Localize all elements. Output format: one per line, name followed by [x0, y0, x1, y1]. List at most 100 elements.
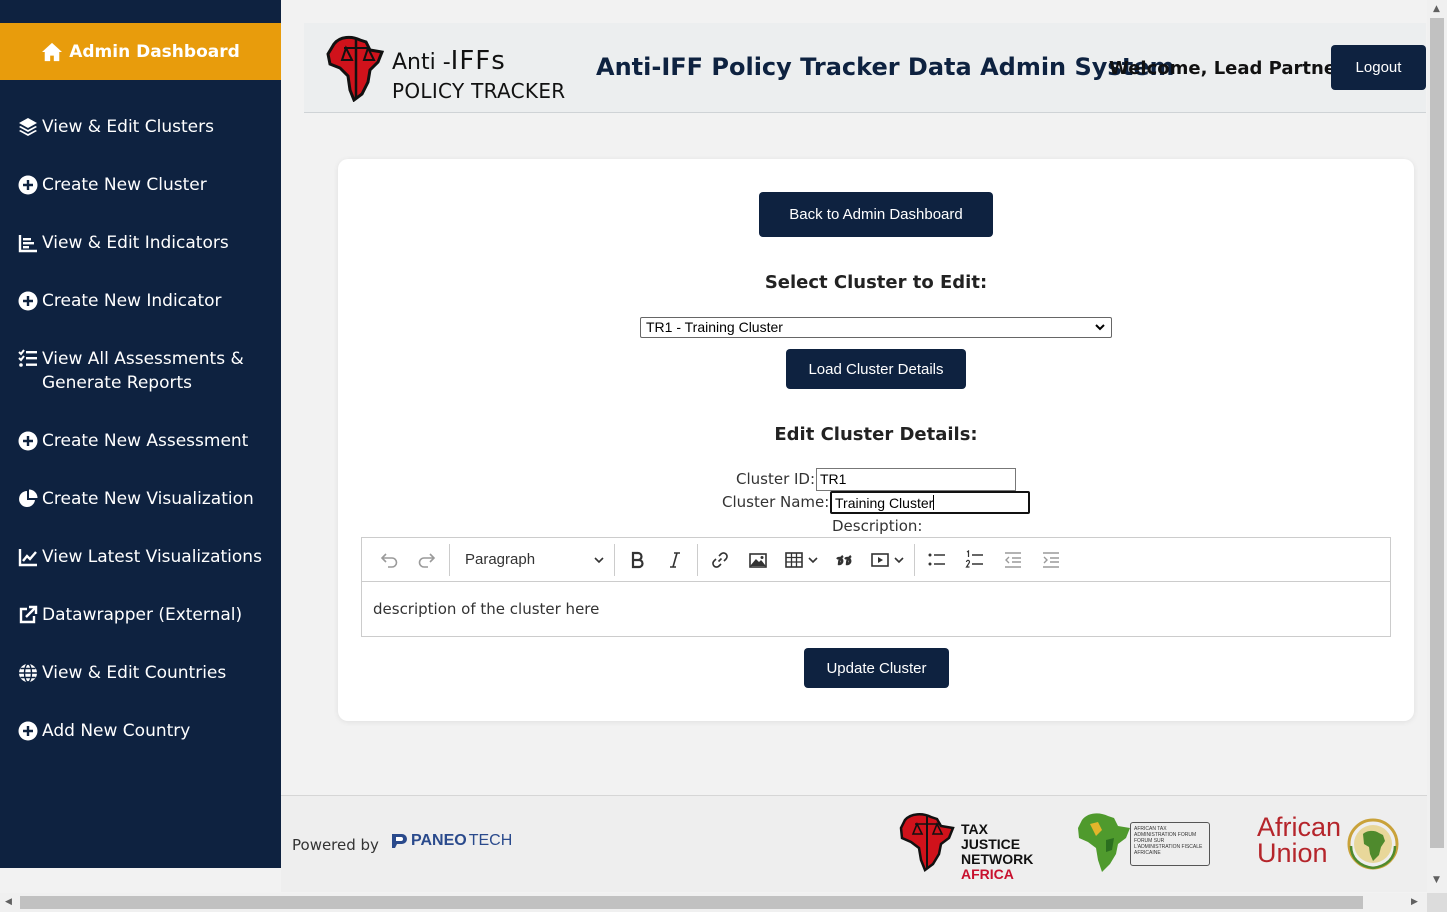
sidebar-item-view-visualizations[interactable]: View Latest Visualizations — [0, 527, 281, 585]
layers-icon — [17, 116, 39, 138]
sidebar-item-view-edit-countries[interactable]: View & Edit Countries — [0, 643, 281, 701]
numbered-list-button[interactable] — [956, 544, 994, 576]
tax-justice-network-logo[interactable]: TAX JUSTICE NETWORK AFRICA — [899, 812, 1034, 882]
chevron-down-icon — [594, 556, 604, 563]
sidebar-item-label: Create New Indicator — [42, 291, 222, 311]
page-title: Anti-IFF Policy Tracker Data Admin Syste… — [596, 53, 1175, 81]
toolbar-divider — [697, 543, 698, 576]
image-button[interactable] — [739, 544, 777, 576]
cluster-name-label: Cluster Name: — [722, 493, 830, 511]
sidebar-item-label: View & Edit Indicators — [42, 233, 229, 253]
africa-map-icon — [899, 813, 955, 872]
italic-button[interactable] — [656, 544, 694, 576]
logout-button[interactable]: Logout — [1331, 45, 1426, 90]
toolbar-divider — [449, 543, 450, 576]
load-cluster-button[interactable]: Load Cluster Details — [786, 349, 966, 389]
sidebar-nav: View & Edit Clusters Create New Cluster … — [0, 80, 281, 759]
vertical-scrollbar[interactable]: ▲ ▼ — [1427, 0, 1447, 893]
media-dropdown[interactable] — [863, 544, 911, 576]
sidebar-item-label: Create New Visualization — [42, 489, 254, 509]
plus-circle-icon — [17, 290, 39, 312]
sidebar-item-label: Datawrapper (External) — [42, 605, 243, 625]
sidebar-item-label: Create New Assessment — [42, 431, 249, 451]
sidebar-item-label: View & Edit Clusters — [42, 117, 214, 137]
chart-icon — [17, 232, 39, 254]
sidebar: Admin Dashboard View & Edit Clusters Cre… — [0, 0, 281, 868]
table-dropdown[interactable] — [777, 544, 825, 576]
cluster-id-input[interactable]: TR1 — [816, 468, 1016, 491]
chevron-down-icon — [808, 556, 818, 563]
undo-button[interactable] — [370, 544, 408, 576]
external-link-icon — [17, 604, 39, 626]
toolbar-divider — [914, 543, 915, 576]
description-editor: Paragraph description of the cluster her… — [361, 537, 1391, 637]
home-icon — [42, 42, 63, 61]
sidebar-item-label: Create New Cluster — [42, 175, 207, 195]
au-text: African Union — [1257, 812, 1342, 868]
horizontal-scroll-thumb[interactable] — [20, 896, 1363, 909]
scroll-right-arrow-icon[interactable]: ▶ — [1411, 898, 1418, 907]
blockquote-button[interactable] — [825, 544, 863, 576]
text-cursor — [933, 495, 935, 510]
vertical-scroll-thumb[interactable] — [1430, 18, 1444, 848]
paragraph-style-dropdown[interactable]: Paragraph — [453, 544, 611, 576]
paneotech-logo[interactable]: PANEO TECH — [391, 832, 512, 850]
sidebar-item-admin-dashboard[interactable]: Admin Dashboard — [0, 23, 281, 80]
app-logo[interactable]: Anti -IFFs POLICY TRACKER — [326, 34, 566, 103]
globe-icon — [17, 662, 39, 684]
bold-icon — [631, 551, 644, 568]
paragraph-style-value: Paragraph — [465, 551, 536, 568]
description-label: Description: — [832, 517, 923, 535]
sidebar-item-view-edit-clusters[interactable]: View & Edit Clusters — [0, 97, 281, 155]
sidebar-item-label: View Latest Visualizations — [42, 547, 262, 567]
sidebar-item-create-visualization[interactable]: Create New Visualization — [0, 469, 281, 527]
chevron-down-icon — [1095, 324, 1105, 331]
sidebar-item-view-assessments[interactable]: View All Assessments & Generate Reports — [0, 329, 281, 411]
scroll-down-arrow-icon[interactable]: ▼ — [1433, 876, 1440, 885]
sidebar-item-label: View & Edit Countries — [42, 663, 227, 683]
line-chart-icon — [17, 546, 39, 568]
paneotech-mark-icon — [392, 834, 407, 848]
ataf-text: AFRICAN TAX ADMINISTRATION FORUM FORUM S… — [1130, 822, 1210, 866]
sidebar-item-create-cluster[interactable]: Create New Cluster — [0, 155, 281, 213]
sidebar-item-create-indicator[interactable]: Create New Indicator — [0, 271, 281, 329]
redo-button[interactable] — [408, 544, 446, 576]
sidebar-item-create-assessment[interactable]: Create New Assessment — [0, 411, 281, 469]
numbered-list-icon — [965, 549, 983, 568]
horizontal-scrollbar[interactable]: ◀ ▶ — [0, 893, 1427, 912]
indent-button[interactable] — [1032, 544, 1070, 576]
back-to-dashboard-button[interactable]: Back to Admin Dashboard — [759, 192, 993, 237]
bulleted-list-button[interactable] — [918, 544, 956, 576]
pie-icon — [17, 488, 39, 510]
african-union-logo[interactable]: African Union — [1257, 814, 1407, 874]
plus-circle-icon — [17, 174, 39, 196]
scroll-up-arrow-icon[interactable]: ▲ — [1433, 5, 1440, 14]
ataf-logo[interactable]: AFRICAN TAX ADMINISTRATION FORUM FORUM S… — [1076, 810, 1213, 874]
outdent-icon — [1005, 551, 1021, 568]
link-button[interactable] — [701, 544, 739, 576]
toolbar-divider — [614, 543, 615, 576]
editor-content[interactable]: description of the cluster here — [362, 582, 1390, 636]
powered-by-label: Powered by — [292, 836, 379, 854]
update-cluster-button[interactable]: Update Cluster — [804, 648, 949, 688]
page-footer: Powered by PANEO TECH TAX JUSTICE NETWORK… — [281, 795, 1427, 892]
image-icon — [749, 552, 767, 568]
bold-button[interactable] — [618, 544, 656, 576]
africa-map-logo-icon — [326, 35, 385, 102]
outdent-button[interactable] — [994, 544, 1032, 576]
page-header: Anti -IFFs POLICY TRACKER Anti-IFF Polic… — [304, 23, 1426, 113]
italic-icon — [670, 551, 680, 568]
scroll-left-arrow-icon[interactable]: ◀ — [5, 898, 12, 907]
plus-circle-icon — [17, 720, 39, 742]
sidebar-top — [0, 0, 281, 23]
sidebar-item-datawrapper[interactable]: Datawrapper (External) — [0, 585, 281, 643]
cluster-name-input[interactable]: Training Cluster — [830, 491, 1030, 514]
cluster-select[interactable]: TR1 - Training Cluster — [640, 317, 1112, 338]
edit-cluster-card: Back to Admin Dashboard Select Cluster t… — [338, 159, 1414, 721]
cluster-id-label: Cluster ID: — [736, 470, 816, 488]
indent-icon — [1043, 551, 1059, 568]
sidebar-item-view-edit-indicators[interactable]: View & Edit Indicators — [0, 213, 281, 271]
scrollbar-corner — [1427, 893, 1447, 912]
sidebar-item-add-country[interactable]: Add New Country — [0, 701, 281, 759]
quote-icon — [836, 554, 852, 565]
